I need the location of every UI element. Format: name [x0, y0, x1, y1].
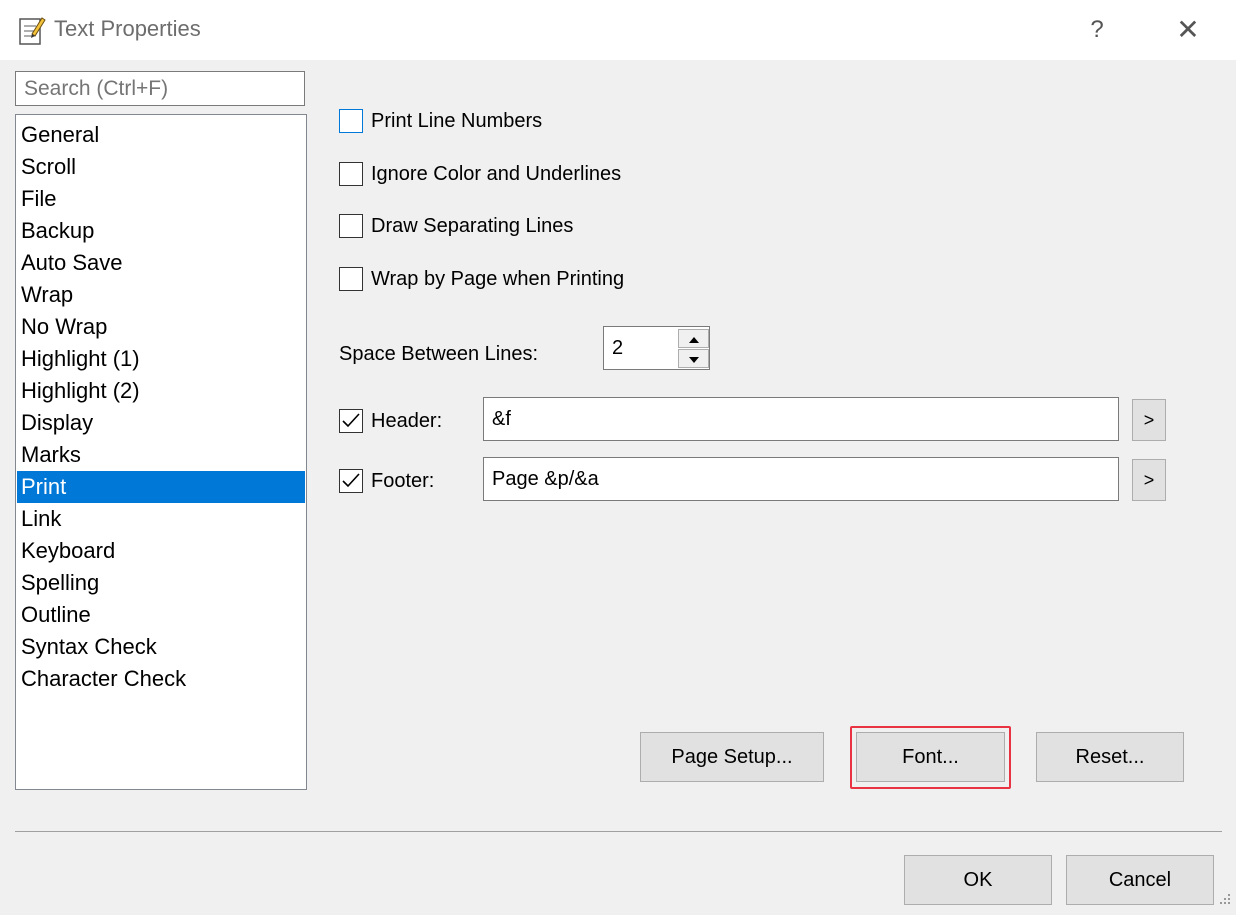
header-label: Header:	[371, 409, 443, 432]
nav-item-spelling[interactable]: Spelling	[17, 567, 305, 599]
footer-insert-button[interactable]: >	[1132, 459, 1166, 501]
space-between-lines-label: Space Between Lines:	[339, 343, 539, 365]
checkmark-icon	[342, 473, 360, 488]
header-input[interactable]	[483, 397, 1119, 441]
nav-item-highlight-2[interactable]: Highlight (2)	[17, 375, 305, 407]
help-button[interactable]: ?	[1082, 10, 1112, 50]
nav-item-character-check[interactable]: Character Check	[17, 663, 305, 695]
wrap-by-page-label: Wrap by Page when Printing	[371, 267, 625, 290]
space-between-lines-spinner[interactable]	[603, 326, 710, 370]
header-option[interactable]: Header:	[339, 407, 442, 435]
space-between-lines-input[interactable]	[604, 327, 676, 369]
ignore-color-checkbox[interactable]	[339, 162, 363, 186]
font-button[interactable]: Font...	[856, 732, 1005, 782]
nav-item-no-wrap[interactable]: No Wrap	[17, 311, 305, 343]
cancel-button[interactable]: Cancel	[1066, 855, 1214, 905]
spinner-down-button[interactable]	[678, 349, 709, 368]
nav-item-highlight-1[interactable]: Highlight (1)	[17, 343, 305, 375]
arrow-down-icon	[688, 350, 699, 368]
print-line-numbers-checkbox[interactable]	[339, 109, 363, 133]
close-button[interactable]: ✕	[1170, 10, 1206, 50]
print-line-numbers-label: Print Line Numbers	[371, 109, 543, 132]
separator	[15, 831, 1222, 832]
search-input[interactable]	[15, 71, 305, 106]
ignore-color-label: Ignore Color and Underlines	[371, 162, 622, 185]
footer-input[interactable]	[483, 457, 1119, 501]
draw-separating-label: Draw Separating Lines	[371, 214, 574, 237]
footer-checkbox[interactable]	[339, 469, 363, 493]
draw-separating-checkbox[interactable]	[339, 214, 363, 238]
nav-item-auto-save[interactable]: Auto Save	[17, 247, 305, 279]
nav-item-marks[interactable]: Marks	[17, 439, 305, 471]
nav-item-file[interactable]: File	[17, 183, 305, 215]
footer-option[interactable]: Footer:	[339, 467, 434, 495]
nav-item-scroll[interactable]: Scroll	[17, 151, 305, 183]
ignore-color-option[interactable]: Ignore Color and Underlines	[339, 160, 621, 188]
nav-item-display[interactable]: Display	[17, 407, 305, 439]
category-list[interactable]: General Scroll File Backup Auto Save Wra…	[15, 114, 307, 790]
nav-item-wrap[interactable]: Wrap	[17, 279, 305, 311]
nav-item-print[interactable]: Print	[17, 471, 305, 503]
ok-button[interactable]: OK	[904, 855, 1052, 905]
checkmark-icon	[342, 413, 360, 428]
resize-grip-icon[interactable]	[1214, 892, 1232, 910]
nav-item-backup[interactable]: Backup	[17, 215, 305, 247]
print-line-numbers-option[interactable]: Print Line Numbers	[339, 107, 542, 135]
window-title: Text Properties	[54, 16, 201, 41]
wrap-by-page-option[interactable]: Wrap by Page when Printing	[339, 265, 624, 293]
nav-item-outline[interactable]: Outline	[17, 599, 305, 631]
arrow-up-icon	[688, 330, 699, 348]
nav-item-link[interactable]: Link	[17, 503, 305, 535]
header-checkbox[interactable]	[339, 409, 363, 433]
header-insert-button[interactable]: >	[1132, 399, 1166, 441]
reset-button[interactable]: Reset...	[1036, 732, 1184, 782]
spinner-up-button[interactable]	[678, 329, 709, 348]
nav-item-syntax-check[interactable]: Syntax Check	[17, 631, 305, 663]
page-setup-button[interactable]: Page Setup...	[640, 732, 824, 782]
wrap-by-page-checkbox[interactable]	[339, 267, 363, 291]
title-bar: Text Properties ? ✕	[0, 0, 1236, 60]
nav-item-general[interactable]: General	[17, 119, 305, 151]
footer-label: Footer:	[371, 469, 435, 492]
draw-separating-option[interactable]: Draw Separating Lines	[339, 212, 573, 240]
nav-item-keyboard[interactable]: Keyboard	[17, 535, 305, 567]
notepad-icon	[18, 14, 46, 46]
